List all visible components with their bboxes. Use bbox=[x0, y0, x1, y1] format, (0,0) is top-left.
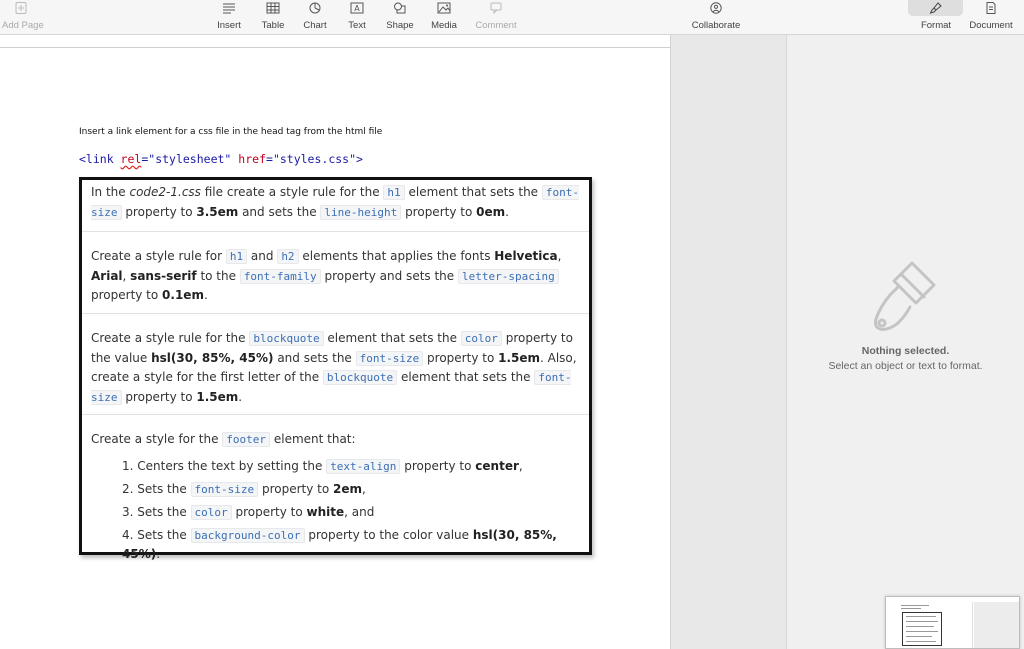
page-top-border bbox=[0, 47, 671, 48]
nothing-selected-title: Nothing selected. bbox=[861, 345, 950, 357]
insert-label: Insert bbox=[217, 20, 241, 31]
task-instructions-image[interactable]: In the code2-1.css file create a style r… bbox=[79, 177, 592, 561]
shape-icon bbox=[389, 1, 411, 15]
text-box-icon: A bbox=[346, 1, 368, 15]
task-divider bbox=[82, 231, 589, 232]
paintbrush-icon bbox=[874, 261, 936, 331]
chart-pie-icon bbox=[304, 1, 326, 15]
media-image-icon bbox=[433, 1, 455, 15]
thumbnail-page bbox=[889, 602, 973, 648]
page-thumbnail[interactable] bbox=[885, 596, 1020, 649]
collaborate-label: Collaborate bbox=[691, 20, 741, 31]
collaborate-button[interactable]: Collaborate bbox=[686, 0, 746, 35]
add-page-icon bbox=[10, 1, 32, 15]
text-button[interactable]: A Text bbox=[342, 0, 372, 35]
chart-button[interactable]: Chart bbox=[300, 0, 330, 35]
add-page-label: Add Page bbox=[2, 20, 44, 31]
code-attr-rel: rel bbox=[120, 152, 142, 166]
comment-button[interactable]: Comment bbox=[471, 0, 521, 35]
comment-icon bbox=[485, 1, 507, 15]
code-eq: = bbox=[266, 152, 273, 166]
document-label: Document bbox=[969, 20, 1013, 31]
format-button[interactable]: Format bbox=[915, 0, 957, 35]
chart-label: Chart bbox=[303, 20, 327, 31]
code-tag-open: <link bbox=[79, 152, 121, 166]
list-item: 4. Sets the background-color property to… bbox=[122, 528, 557, 561]
document-button[interactable]: Document bbox=[965, 0, 1017, 35]
thumbnail-task-box bbox=[902, 612, 942, 646]
list-item: 2. Sets the font-size property to 2em, bbox=[122, 482, 366, 497]
canvas-margin-area bbox=[671, 35, 787, 649]
document-canvas[interactable]: Insert a link element for a css file in … bbox=[0, 35, 671, 649]
add-page-button[interactable]: Add Page bbox=[2, 0, 44, 35]
file-name: code2-1.css bbox=[129, 185, 201, 199]
code-attr-href: href bbox=[238, 152, 266, 166]
list-item: 1. Centers the text by setting the text-… bbox=[122, 459, 523, 474]
task-3: Create a style rule for the blockquote e… bbox=[91, 331, 577, 405]
shape-label: Shape bbox=[386, 20, 414, 31]
footer-steps-list: 1. Centers the text by setting the text-… bbox=[122, 457, 592, 561]
toolbar: Add Page Insert Table Chart A Text Shape bbox=[0, 0, 1024, 35]
insert-list-icon bbox=[218, 1, 240, 15]
code-val-styles-css: "styles.css" bbox=[272, 152, 357, 166]
task-2: Create a style rule for h1 and h2 elemen… bbox=[91, 249, 562, 302]
table-icon bbox=[262, 1, 284, 15]
shape-button[interactable]: Shape bbox=[384, 0, 416, 35]
collaborate-person-icon bbox=[705, 1, 727, 15]
format-label: Format bbox=[920, 20, 952, 31]
format-inspector: Nothing selected. Select an object or te… bbox=[787, 35, 1024, 649]
task-4: Create a style for the footer element th… bbox=[91, 432, 356, 447]
html-link-code[interactable]: <link rel="stylesheet" href="styles.css"… bbox=[79, 152, 363, 166]
document-icon bbox=[980, 1, 1002, 15]
code-tag-close: > bbox=[356, 152, 363, 166]
media-button[interactable]: Media bbox=[428, 0, 460, 35]
task-divider bbox=[82, 414, 589, 415]
media-label: Media bbox=[431, 20, 457, 31]
thumbnail-sidebar bbox=[974, 602, 1019, 648]
table-button[interactable]: Table bbox=[258, 0, 288, 35]
instruction-text[interactable]: Insert a link element for a css file in … bbox=[79, 127, 382, 137]
comment-label: Comment bbox=[475, 20, 517, 31]
svg-text:A: A bbox=[354, 4, 360, 13]
table-label: Table bbox=[261, 20, 285, 31]
nothing-selected-subtitle: Select an object or text to format. bbox=[828, 360, 983, 372]
insert-button[interactable]: Insert bbox=[213, 0, 245, 35]
task-1: In the code2-1.css file create a style r… bbox=[91, 185, 579, 220]
text-label: Text bbox=[348, 20, 366, 31]
task-divider bbox=[82, 313, 589, 314]
paintbrush-icon bbox=[925, 1, 947, 15]
list-item: 3. Sets the color property to white, and bbox=[122, 505, 375, 520]
code-val-stylesheet: "stylesheet" bbox=[148, 152, 232, 166]
